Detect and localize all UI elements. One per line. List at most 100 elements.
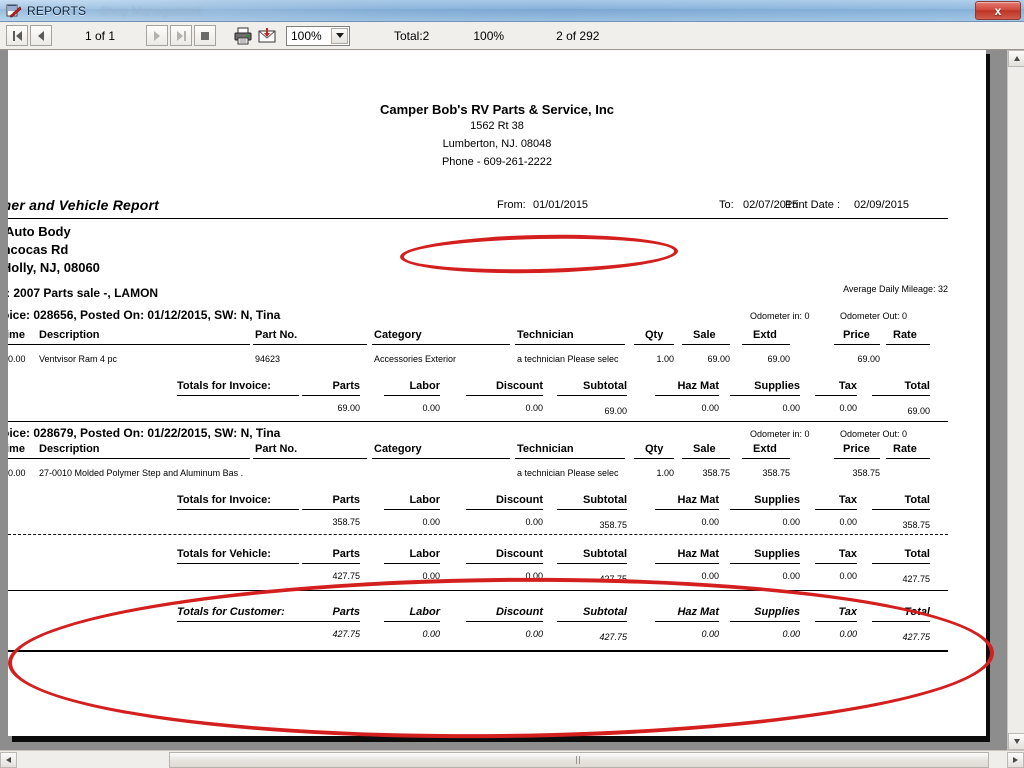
row-sale: 69.00 — [707, 354, 730, 364]
export-button[interactable] — [256, 25, 278, 46]
underline-customer-total — [872, 621, 930, 622]
window-titlebar[interactable]: REPORTS Shop Management x — [0, 0, 1024, 22]
vehicle-totals-header-labor: Labor — [409, 548, 440, 560]
column-header-technician: Technician — [517, 329, 574, 341]
totals-label: Totals for Invoice: — [177, 494, 271, 506]
vehicle-totals-value-tax: 0.00 — [839, 571, 857, 581]
totals-header-parts: Parts — [332, 380, 360, 392]
column-header-rate: Rate — [893, 443, 917, 455]
customer-totals-value-total: 427.75 — [902, 632, 930, 642]
row-technician: a technician Please selec — [517, 468, 619, 478]
vehicle-totals-label: Totals for Vehicle: — [177, 548, 271, 560]
underline-qty — [634, 458, 674, 459]
underline-customer-hazmat — [655, 621, 719, 622]
vehicle-totals-value-supplies: 0.00 — [782, 571, 800, 581]
customer-totals-value-parts: 427.75 — [332, 629, 360, 639]
underline-price — [834, 344, 880, 345]
report-page: Camper Bob's RV Parts & Service, Inc 156… — [8, 50, 986, 736]
underline-totals-parts — [302, 509, 360, 510]
divider-title — [8, 218, 948, 219]
customer-totals-value-subtotal: 427.75 — [599, 632, 627, 642]
column-header-qty: Qty — [645, 443, 664, 455]
totals-header-total: Total — [904, 494, 930, 506]
totals-header-parts: Parts — [332, 494, 360, 506]
underline-vehicle-labor — [384, 563, 440, 564]
underline-rate — [886, 458, 930, 459]
customer-totals-header-tax: Tax — [838, 606, 857, 618]
scroll-down-button[interactable] — [1008, 733, 1024, 750]
scroll-up-button[interactable] — [1008, 50, 1024, 67]
underline-totals-tax — [815, 395, 857, 396]
chevron-down-icon[interactable] — [331, 27, 348, 44]
scroll-left-button[interactable] — [0, 751, 17, 768]
to-label: To: — [719, 199, 734, 211]
underline-vehicle-parts — [302, 563, 360, 564]
company-address2: Lumberton, NJ. 08048 — [442, 138, 552, 150]
report-viewport[interactable]: Camper Bob's RV Parts & Service, Inc 156… — [0, 50, 1024, 750]
underline-totals-subtotal — [557, 395, 627, 396]
column-header-technician: Technician — [517, 443, 574, 455]
row-price: 69.00 — [857, 354, 880, 364]
column-header-sale: Sale — [693, 329, 716, 341]
column-header-time: ime — [8, 443, 25, 455]
last-page-button[interactable] — [170, 25, 192, 46]
customer-totals-value-labor: 0.00 — [422, 629, 440, 639]
zoom-select[interactable]: 100% — [286, 25, 350, 46]
vehicle-totals-header-subtotal: Subtotal — [583, 548, 627, 560]
vertical-scrollbar[interactable] — [1007, 50, 1024, 750]
totals-value-tax: 0.00 — [839, 403, 857, 413]
underline-totals-supplies — [730, 509, 800, 510]
first-page-button[interactable] — [6, 25, 28, 46]
underline-totals-labor — [384, 395, 440, 396]
scroll-down-icon — [1013, 739, 1020, 744]
row-description: Ventvisor Ram 4 pc — [39, 354, 118, 364]
underline-totals-hazmat — [655, 395, 719, 396]
divider-invoice-1 — [8, 421, 948, 422]
customer-totals-header-subtotal: Subtotal — [583, 606, 627, 618]
customer-totals-value-haz-mat: 0.00 — [701, 629, 719, 639]
vehicle-totals-value-subtotal: 427.75 — [599, 574, 627, 584]
reports-window: REPORTS Shop Management x 1 of 1 100% To… — [0, 0, 1024, 768]
zoom-value: 100% — [291, 28, 322, 43]
next-page-button[interactable] — [146, 25, 168, 46]
row-sale: 358.75 — [702, 468, 730, 478]
totals-header-discount: Discount — [495, 380, 543, 392]
underline-totals-subtotal — [557, 509, 627, 510]
column-header-price: Price — [843, 443, 870, 455]
underline-totals-supplies — [730, 395, 800, 396]
underline-totals-hazmat — [655, 509, 719, 510]
close-button[interactable]: x — [975, 1, 1021, 20]
totals-value-supplies: 0.00 — [782, 403, 800, 413]
record-label: 2 of 292 — [556, 28, 600, 43]
print-date-value: 02/09/2015 — [854, 199, 910, 211]
print-button[interactable] — [232, 25, 254, 46]
totals-header-total: Total — [904, 380, 930, 392]
vehicle-totals-header-tax: Tax — [838, 548, 857, 560]
totals-header-supplies: Supplies — [754, 494, 800, 506]
customer-totals-header-total: Total — [904, 606, 930, 618]
scroll-right-button[interactable] — [1007, 751, 1024, 768]
window-title: REPORTS — [27, 3, 87, 18]
totals-header-tax: Tax — [838, 494, 857, 506]
underline-customer-parts — [302, 621, 360, 622]
underline-category — [372, 344, 510, 345]
underline-time — [8, 344, 40, 345]
underline-vehicle-subtotal — [557, 563, 627, 564]
stop-button[interactable] — [194, 25, 216, 46]
underline-part-no — [253, 344, 367, 345]
customer-line-2: Rancocas Rd — [8, 242, 69, 257]
totals-value-haz-mat: 0.00 — [701, 517, 719, 527]
horizontal-scroll-track[interactable] — [17, 751, 1007, 768]
underline-totals-tax — [815, 509, 857, 510]
previous-page-button[interactable] — [30, 25, 52, 46]
vehicle-totals-value-parts: 427.75 — [332, 571, 360, 581]
from-label: From: — [497, 199, 526, 211]
vehicle-totals-value-labor: 0.00 — [422, 571, 440, 581]
totals-value-supplies: 0.00 — [782, 517, 800, 527]
customer-totals-header-parts: Parts — [332, 606, 360, 618]
horizontal-scrollbar[interactable] — [0, 750, 1024, 768]
totals-value-total: 69.00 — [907, 406, 930, 416]
underline-vehicle-tax — [815, 563, 857, 564]
horizontal-scroll-thumb[interactable] — [169, 751, 989, 768]
underline-vehicle-total — [872, 563, 930, 564]
